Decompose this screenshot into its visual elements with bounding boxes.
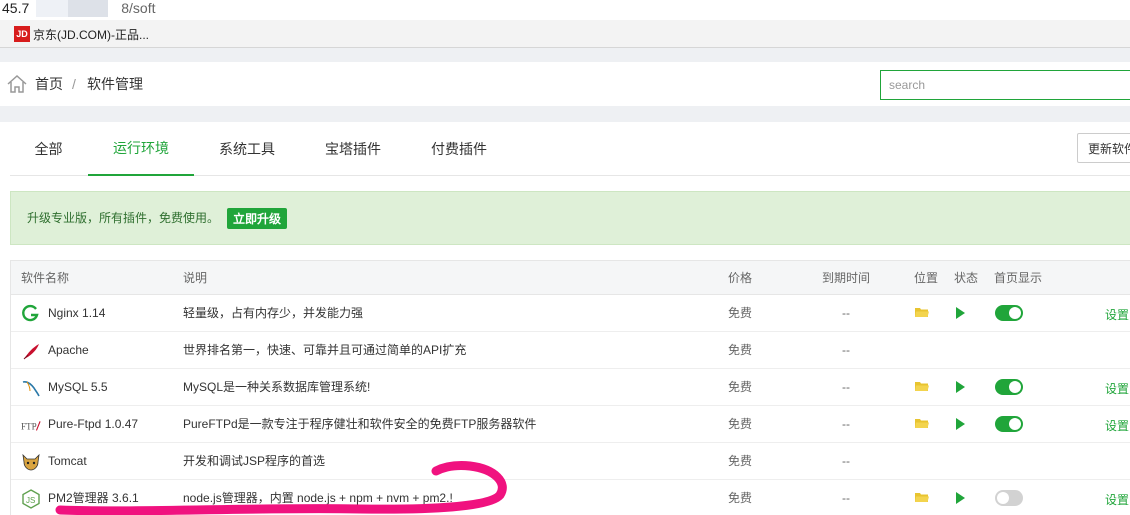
bookmarks-bar: JD 京东(JD.COM)-正品... — [0, 20, 1130, 48]
software-expire: -- — [842, 380, 850, 394]
tab-runtime[interactable]: 运行环境 — [88, 122, 194, 176]
table-row: Nginx 1.14 轻量级，占有内存少，并发能力强 免费 -- 设置 — [11, 295, 1130, 332]
software-expire: -- — [842, 417, 850, 431]
url-suffix: 8/soft — [121, 0, 156, 16]
redaction-block — [68, 0, 108, 17]
software-expire: -- — [842, 454, 850, 468]
col-location: 位置 — [914, 271, 939, 285]
col-desc: 说明 — [183, 271, 208, 285]
settings-link[interactable]: 设置 — [1105, 417, 1129, 434]
upgrade-now-button[interactable]: 立即升级 — [227, 208, 288, 229]
breadcrumb-home[interactable]: 首页 — [35, 76, 63, 92]
col-status: 状态 — [954, 271, 979, 285]
bookmark-jd[interactable]: JD 京东(JD.COM)-正品... — [14, 26, 149, 42]
search-input[interactable] — [880, 70, 1130, 100]
table-header: 软件名称 说明 价格 到期时间 位置 状态 首页显示 — [11, 261, 1130, 295]
play-icon[interactable] — [956, 381, 965, 393]
apache-feather-icon — [23, 344, 39, 360]
software-panel: 全部 运行环境 系统工具 宝塔插件 付费插件 更新软件 升级专业版，所有插件，免… — [0, 122, 1130, 515]
folder-icon[interactable] — [915, 492, 929, 503]
software-price: 免费 — [728, 454, 753, 468]
software-expire: -- — [842, 306, 850, 320]
upgrade-alert: 升级专业版，所有插件，免费使用。 立即升级 — [10, 191, 1130, 245]
software-price: 免费 — [728, 417, 753, 431]
tab-paid-plugins[interactable]: 付费插件 — [419, 122, 499, 176]
jd-logo-icon: JD — [14, 26, 30, 42]
col-name: 软件名称 — [21, 271, 70, 285]
settings-link[interactable]: 设置 — [1105, 306, 1129, 323]
table-row: Tomcat 开发和调试JSP程序的首选 免费 -- — [11, 443, 1130, 480]
breadcrumb-separator: / — [72, 76, 76, 92]
svg-text:FTP: FTP — [21, 422, 37, 432]
software-price: 免费 — [728, 491, 753, 505]
software-desc: PureFTPd是一款专注于程序健壮和软件安全的免费FTP服务器软件 — [183, 417, 537, 431]
homepage-toggle[interactable] — [995, 490, 1023, 506]
tab-all[interactable]: 全部 — [20, 122, 77, 176]
folder-icon[interactable] — [915, 381, 929, 392]
breadcrumb-header: 首页 / 软件管理 — [0, 62, 1130, 106]
software-name[interactable]: PM2管理器 3.6.1 — [48, 491, 139, 505]
software-desc: 世界排名第一，快速、可靠并且可通过简单的API扩充 — [183, 343, 467, 357]
play-icon[interactable] — [956, 307, 965, 319]
homepage-toggle[interactable] — [995, 305, 1023, 321]
software-desc: MySQL是一种关系数据库管理系统! — [183, 380, 371, 394]
software-price: 免费 — [728, 306, 753, 320]
software-table: 软件名称 说明 价格 到期时间 位置 状态 首页显示 Nginx 1.14 轻量… — [10, 260, 1130, 515]
folder-icon[interactable] — [915, 307, 929, 318]
tomcat-icon — [22, 453, 40, 471]
software-name[interactable]: Apache — [48, 343, 89, 357]
nginx-icon — [22, 304, 39, 322]
bookmark-label: 京东(JD.COM)-正品... — [33, 27, 149, 42]
homepage-toggle[interactable] — [995, 416, 1023, 432]
home-icon[interactable] — [6, 74, 28, 94]
tab-system-tools[interactable]: 系统工具 — [207, 122, 287, 176]
alert-text: 升级专业版，所有插件，免费使用。 — [27, 211, 220, 225]
software-price: 免费 — [728, 380, 753, 394]
table-row: MySQL 5.5 MySQL是一种关系数据库管理系统! 免费 -- 设置 — [11, 369, 1130, 406]
table-row: JS PM2管理器 3.6.1 node.js管理器，内置 node.js + … — [11, 480, 1130, 515]
nodejs-icon: JS — [22, 489, 40, 509]
redaction-block — [36, 0, 68, 17]
url-prefix: 45.7 — [2, 0, 30, 16]
software-desc: node.js管理器，内置 node.js + npm + nvm + pm2.… — [183, 491, 453, 505]
software-name[interactable]: MySQL 5.5 — [48, 380, 108, 394]
table-row: Apache 世界排名第一，快速、可靠并且可通过简单的API扩充 免费 -- — [11, 332, 1130, 369]
software-desc: 开发和调试JSP程序的首选 — [183, 454, 326, 468]
col-price: 价格 — [728, 271, 753, 285]
software-desc: 轻量级，占有内存少，并发能力强 — [183, 306, 364, 320]
software-name[interactable]: Pure-Ftpd 1.0.47 — [48, 417, 138, 431]
software-expire: -- — [842, 491, 850, 505]
ftp-icon: FTP — [21, 421, 41, 432]
play-icon[interactable] — [956, 418, 965, 430]
software-expire: -- — [842, 343, 850, 357]
software-price: 免费 — [728, 343, 753, 357]
tab-bt-plugins[interactable]: 宝塔插件 — [313, 122, 393, 176]
col-homepage: 首页显示 — [994, 271, 1043, 285]
svg-text:JS: JS — [26, 496, 35, 505]
address-bar[interactable]: 45.7 8/soft — [0, 0, 1130, 20]
homepage-toggle[interactable] — [995, 379, 1023, 395]
update-software-button[interactable]: 更新软件 — [1077, 133, 1130, 163]
table-row: FTP Pure-Ftpd 1.0.47 PureFTPd是一款专注于程序健壮和… — [11, 406, 1130, 443]
col-expire: 到期时间 — [822, 271, 871, 285]
play-icon[interactable] — [956, 492, 965, 504]
category-tabs: 全部 运行环境 系统工具 宝塔插件 付费插件 — [10, 122, 1130, 176]
settings-link[interactable]: 设置 — [1105, 380, 1129, 397]
settings-link[interactable]: 设置 — [1105, 491, 1129, 508]
software-name[interactable]: Nginx 1.14 — [48, 306, 105, 320]
software-name[interactable]: Tomcat — [48, 454, 87, 468]
folder-icon[interactable] — [915, 418, 929, 429]
breadcrumb-current: 软件管理 — [87, 76, 143, 92]
mysql-dolphin-icon — [22, 381, 40, 397]
